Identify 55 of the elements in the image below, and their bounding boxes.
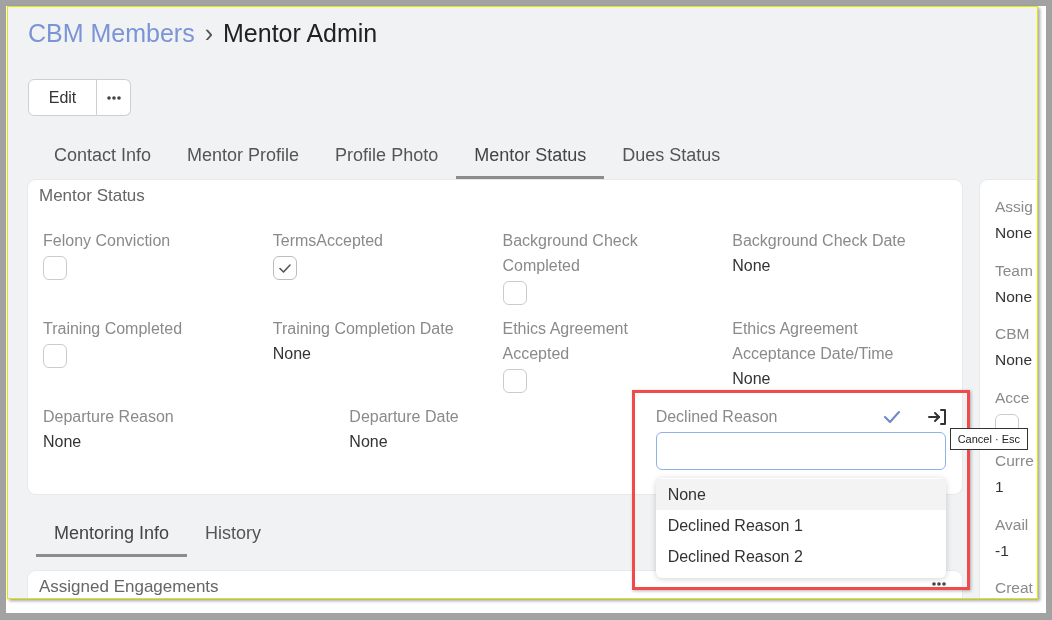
tab[interactable]: Dues Status [604, 134, 739, 179]
field-label: Avail [995, 514, 1029, 535]
field-label: Creat [995, 578, 1033, 598]
card-title: Assigned Engagements [38, 576, 219, 598]
field-label: Curre [995, 451, 1034, 471]
tab[interactable]: Mentoring Info [36, 512, 188, 557]
checkbox[interactable] [43, 344, 67, 368]
tab[interactable]: Profile Photo [317, 134, 457, 179]
field-value: None [349, 432, 388, 452]
page-title: Mentor Admin [223, 18, 378, 49]
checkbox[interactable] [272, 256, 297, 280]
checkmark-icon[interactable] [883, 410, 900, 423]
more-icon [932, 582, 946, 586]
field-label: Training Completed [43, 319, 183, 339]
checkbox[interactable] [502, 281, 527, 305]
field-label: Departure Reason [43, 407, 174, 427]
checkbox[interactable] [502, 369, 527, 393]
tab[interactable]: Contact Info [36, 134, 170, 179]
field-label: CBM [995, 324, 1030, 344]
field-label: Felony Conviction [43, 231, 171, 251]
edit-button[interactable]: Edit [28, 79, 97, 116]
checkmark-icon [278, 263, 291, 273]
dropdown-option[interactable]: Declined Reason 1 [655, 510, 946, 541]
tooltip: Cancel · Esc [949, 428, 1028, 450]
field-label: Ethics Agreement Acceptance Date/Time [732, 319, 895, 364]
more-icon [106, 95, 121, 100]
field-value: None [995, 286, 1033, 307]
field-label: Team [995, 260, 1033, 281]
tab[interactable]: History [187, 512, 280, 557]
field-value: 1 [995, 477, 1004, 497]
field-label: TermsAccepted [272, 231, 383, 251]
field-label: Background Check Date [732, 231, 906, 251]
field-label: Assig [995, 197, 1033, 217]
field-value: None [995, 350, 1033, 370]
field-label: Training Completion Date [272, 319, 454, 339]
field-value: None [732, 369, 771, 389]
field-value: -1 [995, 540, 1009, 561]
field-label: Background Check Completed [502, 231, 639, 276]
breadcrumb-separator: › [204, 18, 213, 49]
tab[interactable]: Mentor Profile [169, 134, 318, 179]
arrow-into-bracket-icon[interactable] [927, 408, 946, 425]
field-value: None [732, 256, 771, 276]
field-value: None [995, 223, 1033, 243]
checkbox[interactable] [43, 256, 67, 280]
field-value: None [272, 344, 311, 364]
dropdown-option[interactable]: Declined Reason 2 [655, 541, 946, 572]
field-label: Departure Date [349, 407, 459, 427]
field-label: Acce [995, 387, 1030, 408]
dropdown-option[interactable]: None [655, 479, 946, 510]
input-field[interactable] [655, 432, 946, 470]
field-label: Declined Reason [655, 407, 778, 427]
more-button[interactable] [97, 79, 131, 116]
field-value: None [43, 432, 82, 452]
field-label: Ethics Agreement Accepted [502, 319, 629, 364]
card-title: Mentor Status [38, 185, 146, 207]
